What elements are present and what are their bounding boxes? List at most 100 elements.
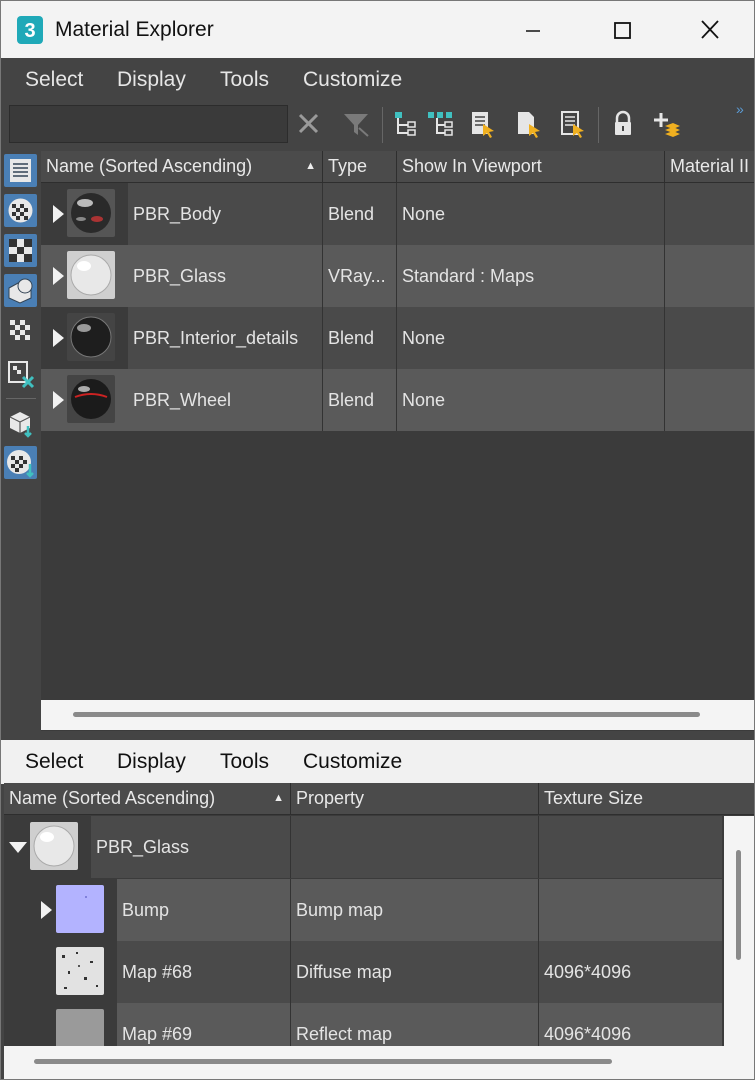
map-property: Diffuse map — [291, 941, 539, 1003]
material-name: PBR_Interior_details — [128, 307, 323, 369]
material-type: Blend — [323, 307, 397, 369]
map-texture-size — [539, 879, 722, 941]
close-icon[interactable] — [687, 11, 733, 49]
sort-ascending-icon: ▲ — [305, 160, 316, 172]
column-header-name[interactable]: Name (Sorted Ascending) ▲ — [41, 151, 323, 183]
menu-tools[interactable]: Tools — [220, 68, 269, 92]
menu-customize[interactable]: Customize — [303, 68, 402, 92]
expand-arrow-icon[interactable] — [53, 205, 64, 223]
bump-map-preview — [56, 885, 104, 933]
window-title: Material Explorer — [55, 18, 214, 41]
map-name: Bump — [117, 879, 291, 941]
expand-arrow-icon[interactable] — [41, 901, 52, 919]
expand-arrow-icon[interactable] — [53, 267, 64, 285]
material-row-pbr-interior-details[interactable]: PBR_Interior_details Blend None — [41, 307, 754, 369]
material-download-icon[interactable] — [4, 446, 37, 479]
column-header-viewport[interactable]: Show In Viewport — [397, 151, 665, 183]
material-explorer-window: 3 Material Explorer Select Display Tools… — [0, 0, 755, 1080]
toolbar-overflow-icon[interactable]: » — [736, 101, 744, 117]
expand-arrow-icon[interactable] — [53, 329, 64, 347]
menu-display[interactable]: Display — [117, 68, 186, 92]
expand-arrow-icon[interactable] — [53, 391, 64, 409]
filter-icon[interactable] — [341, 109, 371, 139]
map-horizontal-scrollbar[interactable] — [4, 1046, 754, 1079]
material-viewport: Standard : Maps — [397, 245, 665, 307]
material-preview-body — [67, 189, 115, 237]
toolbar: » — [1, 101, 754, 149]
material-preview-glass — [67, 251, 115, 299]
lock-icon[interactable] — [608, 109, 638, 139]
tree-view-icon[interactable] — [391, 109, 421, 139]
minimize-icon[interactable] — [509, 11, 555, 49]
list-view-icon[interactable] — [4, 154, 37, 187]
map-tree: Name (Sorted Ascending) ▲ Property Textu… — [4, 783, 754, 1079]
map-parent-row-pbr-glass[interactable]: PBR_Glass — [4, 816, 722, 878]
svg-text:3: 3 — [24, 20, 35, 42]
toolbar-separator — [598, 107, 599, 143]
map-column-header-label: Name (Sorted Ascending) — [9, 788, 216, 808]
search-input[interactable] — [9, 105, 288, 143]
bottom-menu-customize[interactable]: Customize — [303, 750, 402, 774]
select-document-icon[interactable] — [467, 109, 497, 139]
material-row-pbr-wheel[interactable]: PBR_Wheel Blend None — [41, 369, 754, 431]
maximize-icon[interactable] — [599, 11, 645, 49]
material-id — [665, 183, 754, 245]
material-type: VRay... — [323, 245, 397, 307]
add-layer-icon[interactable] — [651, 109, 681, 139]
checker-map-icon[interactable] — [4, 234, 37, 267]
material-id — [665, 307, 754, 369]
map-texture-size — [539, 816, 722, 878]
bottom-menu-display[interactable]: Display — [117, 750, 186, 774]
horizontal-scrollbar[interactable] — [41, 700, 754, 730]
map-tree-header: Name (Sorted Ascending) ▲ Property Textu… — [4, 783, 754, 815]
material-viewport: None — [397, 183, 665, 245]
toolbar-separator — [382, 107, 383, 143]
horizontal-scrollbar-thumb[interactable] — [73, 712, 700, 717]
bottom-menu-select[interactable]: Select — [25, 750, 83, 774]
map-column-header-texture-size[interactable]: Texture Size — [539, 783, 754, 815]
top-menu-bar: Select Display Tools Customize — [1, 58, 754, 102]
column-header-material-id[interactable]: Material II — [665, 151, 754, 183]
map-texture-size: 4096*4096 — [539, 941, 722, 1003]
side-toolbar-separator — [6, 398, 36, 399]
material-id — [665, 245, 754, 307]
small-checker-icon[interactable] — [4, 314, 37, 347]
map-property: Bump map — [291, 879, 539, 941]
material-preview-glass — [30, 822, 78, 870]
collapse-arrow-icon[interactable] — [9, 842, 27, 853]
material-name: PBR_Wheel — [128, 369, 323, 431]
scene-object-icon[interactable] — [4, 406, 37, 439]
title-bar[interactable]: 3 Material Explorer — [1, 1, 754, 58]
bottom-menu-bar: Select Display Tools Customize — [1, 740, 754, 784]
menu-select[interactable]: Select — [25, 68, 83, 92]
column-header-label: Name (Sorted Ascending) — [46, 156, 253, 176]
map-column-header-property[interactable]: Property — [291, 783, 539, 815]
objects-icon[interactable] — [4, 274, 37, 307]
map-horizontal-scrollbar-thumb[interactable] — [34, 1059, 612, 1064]
column-header-type[interactable]: Type — [323, 151, 397, 183]
map-row-68[interactable]: Map #68 Diffuse map 4096*4096 — [4, 941, 722, 1003]
material-row-pbr-body[interactable]: PBR_Body Blend None — [41, 183, 754, 245]
map-row-bump[interactable]: Bump Bump map — [4, 879, 722, 941]
map-name: PBR_Glass — [91, 816, 291, 878]
map-missing-icon[interactable] — [4, 357, 37, 390]
tree-view-alt-icon[interactable] — [425, 109, 455, 139]
select-page-icon[interactable] — [513, 109, 543, 139]
material-row-pbr-glass[interactable]: PBR_Glass VRay... Standard : Maps — [41, 245, 754, 307]
material-sphere-icon[interactable] — [4, 194, 37, 227]
bottom-menu-tools[interactable]: Tools — [220, 750, 269, 774]
material-preview-wheel — [67, 375, 115, 423]
material-name: PBR_Glass — [128, 245, 323, 307]
vertical-scrollbar-thumb[interactable] — [736, 850, 741, 960]
side-toolbar — [1, 151, 41, 731]
vertical-scrollbar[interactable] — [724, 816, 754, 1046]
material-tree: Name (Sorted Ascending) ▲ Type Show In V… — [41, 151, 754, 731]
material-viewport: None — [397, 369, 665, 431]
material-type: Blend — [323, 369, 397, 431]
material-preview-interior — [67, 313, 115, 361]
list-document-icon[interactable] — [557, 109, 587, 139]
map-column-header-name[interactable]: Name (Sorted Ascending) ▲ — [4, 783, 291, 815]
material-name: PBR_Body — [128, 183, 323, 245]
clear-x-icon[interactable] — [294, 109, 324, 139]
map-property — [291, 816, 539, 878]
